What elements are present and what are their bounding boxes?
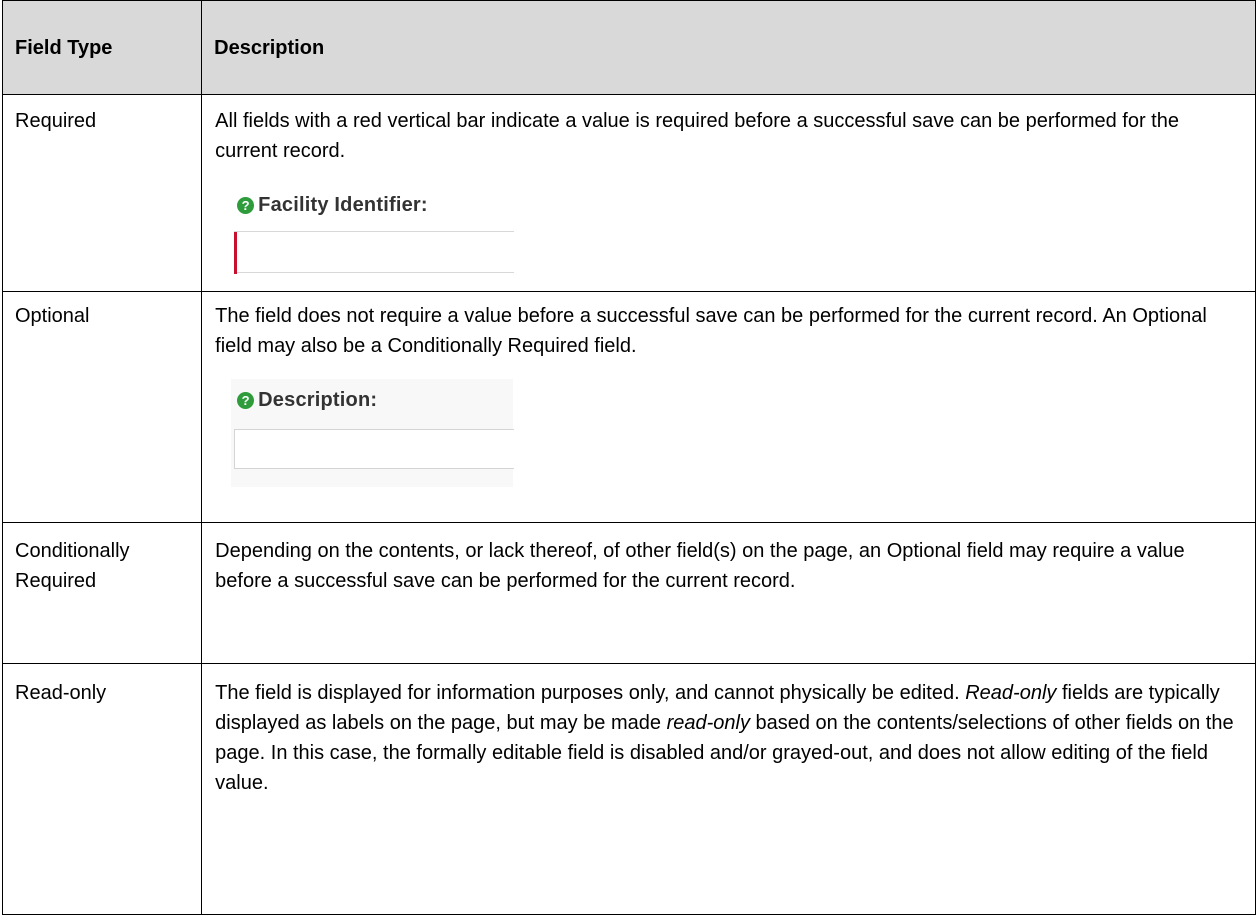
optional-description: The field does not require a value befor…	[215, 305, 1207, 357]
table-row: Conditionally Required Depending on the …	[1, 522, 1256, 664]
field-label: ? Description:	[237, 385, 377, 415]
description-input	[234, 429, 515, 469]
field-type-cell: Required	[1, 94, 203, 292]
required-indicator-bar	[234, 232, 238, 274]
required-field-example: ? Facility Identifier:	[231, 184, 515, 286]
conditionally-required-description: Depending on the contents, or lack there…	[215, 540, 1185, 592]
field-type-conditionally-required: Conditionally Required	[15, 540, 130, 592]
table-row: Required All fields with a red vertical …	[1, 94, 1256, 292]
header-field-type: Field Type	[1, 0, 203, 95]
description-cell: All fields with a red vertical bar indic…	[201, 94, 1256, 292]
header-description: Description	[201, 0, 1256, 95]
optional-field-example: ? Description:	[231, 379, 515, 487]
read-only-desc-part-1: The field is displayed for information p…	[215, 682, 966, 704]
field-type-cell: Read-only	[1, 663, 203, 915]
read-only-desc-emphasis-2: read-only	[666, 712, 750, 734]
field-type-read-only: Read-only	[15, 682, 107, 704]
question-mark-circle-icon: ?	[237, 196, 255, 214]
read-only-desc-emphasis-1: Read-only	[965, 682, 1057, 704]
field-label-text: Facility Identifier:	[258, 194, 428, 216]
question-mark-circle-icon: ?	[237, 391, 255, 409]
description-cell: The field is displayed for information p…	[201, 663, 1256, 915]
table-row: Optional The field does not require a va…	[1, 291, 1256, 523]
table-row: Read-only The field is displayed for inf…	[1, 663, 1256, 915]
table-header-row: Field Type Description	[1, 0, 1256, 95]
field-type-required: Required	[15, 110, 97, 132]
field-type-optional: Optional	[15, 305, 90, 327]
read-only-description: The field is displayed for information p…	[215, 678, 1241, 798]
required-description: All fields with a red vertical bar indic…	[215, 110, 1179, 162]
field-label-text: Description:	[258, 389, 378, 411]
facility-identifier-input	[234, 231, 515, 274]
description-cell: The field does not require a value befor…	[201, 291, 1256, 523]
field-type-table: Field Type Description Required All fiel…	[1, 0, 1256, 915]
field-type-cell: Optional	[1, 291, 203, 523]
field-label: ? Facility Identifier:	[237, 190, 428, 220]
description-cell: Depending on the contents, or lack there…	[201, 522, 1256, 664]
field-type-cell: Conditionally Required	[1, 522, 203, 664]
